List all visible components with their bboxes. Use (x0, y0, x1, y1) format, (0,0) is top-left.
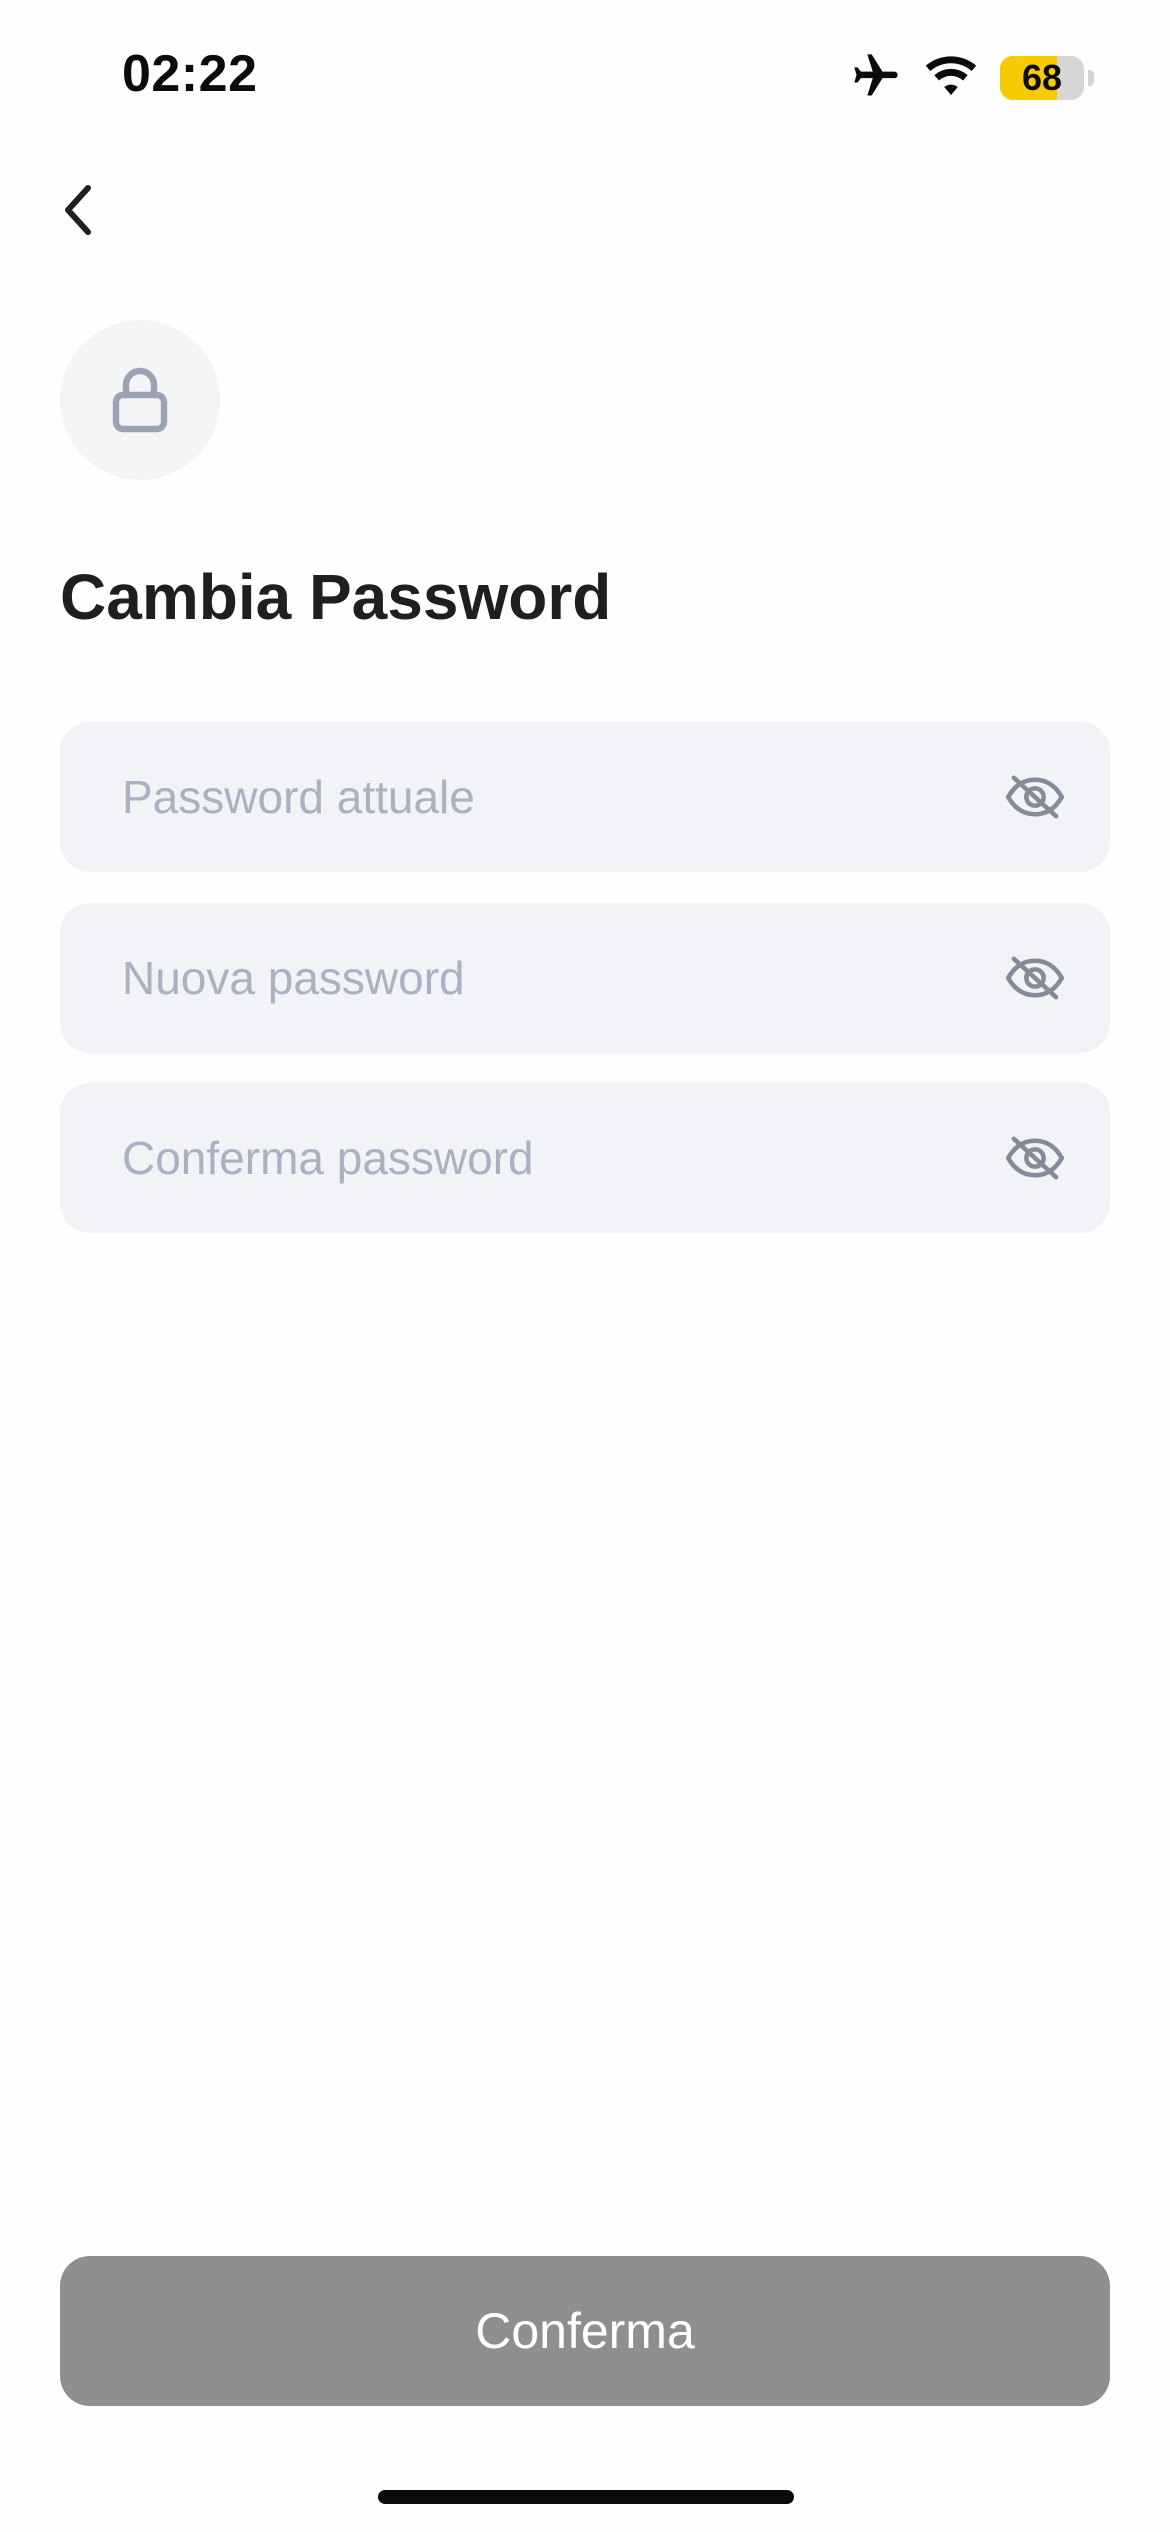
battery-cap (1088, 70, 1094, 86)
battery-level: 68 (1021, 57, 1063, 98)
new-password-field[interactable] (60, 903, 1110, 1053)
change-password-screen: 02:22 68 Cambia Password Conferma (0, 0, 1170, 2532)
page-title: Cambia Password (60, 561, 612, 633)
battery-body: 68 (1000, 56, 1084, 100)
current-password-field[interactable] (60, 722, 1110, 872)
confirm-password-field[interactable] (60, 1083, 1110, 1233)
back-button[interactable] (38, 170, 118, 250)
lock-icon-badge (60, 320, 220, 480)
status-icons: 68 (850, 50, 1094, 106)
status-time: 02:22 (122, 45, 258, 103)
toggle-visibility-button[interactable] (1000, 943, 1070, 1013)
confirm-password-input[interactable] (120, 1130, 1000, 1186)
airplane-icon (850, 50, 902, 107)
eye-slash-icon (1005, 1136, 1065, 1180)
confirm-button[interactable]: Conferma (60, 2256, 1110, 2406)
battery-icon: 68 (1000, 56, 1094, 100)
eye-slash-icon (1005, 775, 1065, 819)
toggle-visibility-button[interactable] (1000, 762, 1070, 832)
wifi-icon (924, 54, 978, 103)
eye-slash-icon (1005, 956, 1065, 1000)
current-password-input[interactable] (120, 769, 1000, 825)
toggle-visibility-button[interactable] (1000, 1123, 1070, 1193)
chevron-left-icon (65, 185, 91, 235)
lock-icon (112, 367, 168, 433)
new-password-input[interactable] (120, 950, 1000, 1006)
home-indicator (378, 2490, 794, 2504)
